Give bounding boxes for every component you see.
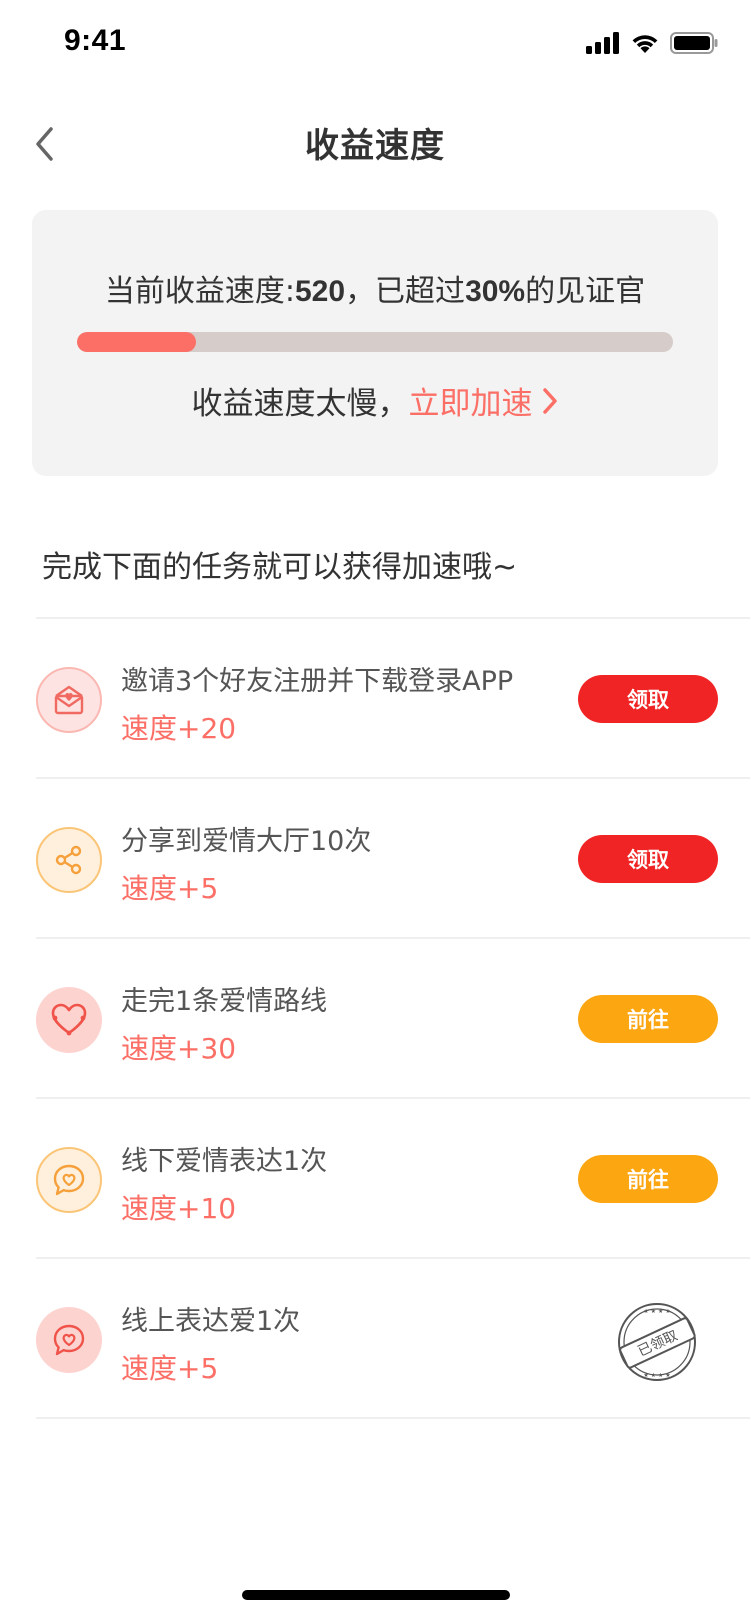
- status-icons: [586, 32, 718, 54]
- accelerate-label: 立即加速: [408, 386, 533, 422]
- section-title: 完成下面的任务就可以获得加速哦~: [42, 550, 518, 585]
- task-row: 分享到爱情大厅10次 速度+5 领取: [36, 779, 750, 939]
- current-speed-line: 当前收益速度:520，已超过30%的见证官: [32, 266, 718, 310]
- speed-percent: 30%: [465, 275, 526, 308]
- task-speed: 速度+20: [121, 712, 237, 745]
- svg-text:★ ★ ★ ★: ★ ★ ★ ★: [643, 1308, 670, 1315]
- accelerate-line: 收益速度太慢， 立即加速: [32, 378, 718, 423]
- task-title: 线上表达爱1次: [121, 1306, 301, 1337]
- task-row: 走完1条爱情路线 速度+30 前往: [36, 939, 750, 1099]
- task-speed: 速度+10: [121, 1192, 237, 1225]
- battery-icon: [670, 32, 718, 54]
- heart-route-icon: [36, 987, 102, 1053]
- claim-button[interactable]: 领取: [578, 835, 718, 883]
- nav-bar: 收益速度: [0, 100, 750, 188]
- speed-value: 520: [295, 275, 346, 308]
- task-row: 线下爱情表达1次 速度+10 前往: [36, 1099, 750, 1259]
- claimed-stamp: ★ ★ ★ ★ ★ ★ ★ ★ 已领取: [618, 1303, 696, 1381]
- task-list: 邀请3个好友注册并下载登录APP 速度+20 领取 分享到爱情大厅10次 速度+…: [0, 619, 750, 1419]
- speed-progress-fill: [77, 332, 197, 352]
- status-bar: 9:41: [0, 0, 750, 88]
- speed-middle: ，已超过: [345, 274, 466, 309]
- go-button[interactable]: 前往: [578, 995, 718, 1043]
- task-title: 走完1条爱情路线: [121, 986, 328, 1017]
- task-title: 邀请3个好友注册并下载登录APP: [121, 666, 514, 697]
- task-speed: 速度+5: [121, 1352, 219, 1385]
- claim-button[interactable]: 领取: [578, 675, 718, 723]
- task-title: 线下爱情表达1次: [121, 1146, 328, 1177]
- slow-text: 收益速度太慢，: [191, 386, 409, 422]
- status-time: 9:41: [64, 24, 127, 57]
- screen: 9:41 收益速度 当前收益速度:520，已超过30%的见证官 收益速度太慢， …: [0, 0, 750, 1624]
- envelope-heart-icon: [36, 667, 102, 733]
- chat-heart-icon: [36, 1307, 102, 1373]
- cellular-signal-icon: [586, 32, 619, 54]
- share-icon: [36, 827, 102, 893]
- svg-text:★ ★ ★ ★: ★ ★ ★ ★: [643, 1372, 670, 1379]
- page-title: 收益速度: [305, 126, 445, 166]
- home-indicator: [242, 1590, 510, 1600]
- task-speed: 速度+5: [121, 872, 219, 905]
- task-row: 线上表达爱1次 速度+5 ★ ★ ★ ★ ★ ★ ★ ★ 已领取: [36, 1259, 750, 1419]
- task-title: 分享到爱情大厅10次: [121, 826, 372, 857]
- task-row: 邀请3个好友注册并下载登录APP 速度+20 领取: [36, 619, 750, 779]
- speed-prefix: 当前收益速度:: [104, 274, 295, 309]
- speed-suffix: 的见证官: [525, 274, 646, 309]
- chevron-right-icon: [542, 387, 557, 414]
- accelerate-link[interactable]: 立即加速: [409, 378, 559, 423]
- task-speed: 速度+30: [121, 1032, 237, 1065]
- speed-card: 当前收益速度:520，已超过30%的见证官 收益速度太慢， 立即加速: [32, 210, 718, 476]
- speed-progress-bar: [77, 332, 673, 352]
- wifi-icon: [632, 35, 658, 53]
- go-button[interactable]: 前往: [578, 1155, 718, 1203]
- chat-heart-icon: [36, 1147, 102, 1213]
